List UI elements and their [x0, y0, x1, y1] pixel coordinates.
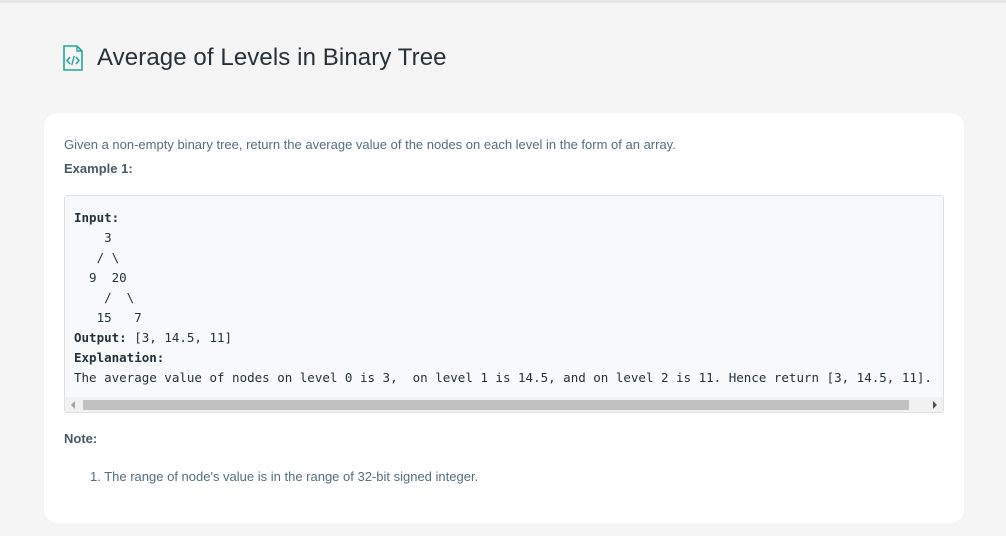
example-content: Input: 3 / \ 9 20 / \ 15 7 Output: [3, 1… [74, 208, 932, 388]
tree-line-2: / \ [74, 250, 120, 265]
page-title: Average of Levels in Binary Tree [97, 44, 447, 71]
scrollbar-thumb[interactable] [83, 400, 909, 410]
explanation-text: The average value of nodes on level 0 is… [74, 370, 932, 385]
code-document-icon [63, 45, 83, 71]
tree-line-5: 15 7 [74, 310, 142, 325]
explanation-label: Explanation: [74, 350, 165, 365]
horizontal-scrollbar[interactable] [65, 397, 943, 412]
example-code-block[interactable]: Input: 3 / \ 9 20 / \ 15 7 Output: [3, 1… [64, 195, 944, 413]
example-label: Example 1: [64, 161, 133, 176]
tree-line-4: / \ [74, 290, 135, 305]
problem-description: Given a non-empty binary tree, return th… [64, 137, 676, 152]
note-item: 1. The range of node's value is in the r… [90, 469, 479, 484]
output-label: Output: [74, 330, 127, 345]
tree-line-1: 3 [74, 230, 112, 245]
scroll-right-icon[interactable] [933, 401, 937, 409]
scroll-left-icon[interactable] [71, 401, 75, 409]
input-label: Input: [74, 210, 120, 225]
output-value: [3, 14.5, 11] [126, 330, 233, 345]
note-label: Note: [64, 431, 98, 446]
problem-card: Given a non-empty binary tree, return th… [44, 113, 964, 523]
page-header: Average of Levels in Binary Tree [62, 44, 447, 72]
top-divider [0, 0, 1006, 3]
tree-line-3: 9 20 [74, 270, 127, 285]
